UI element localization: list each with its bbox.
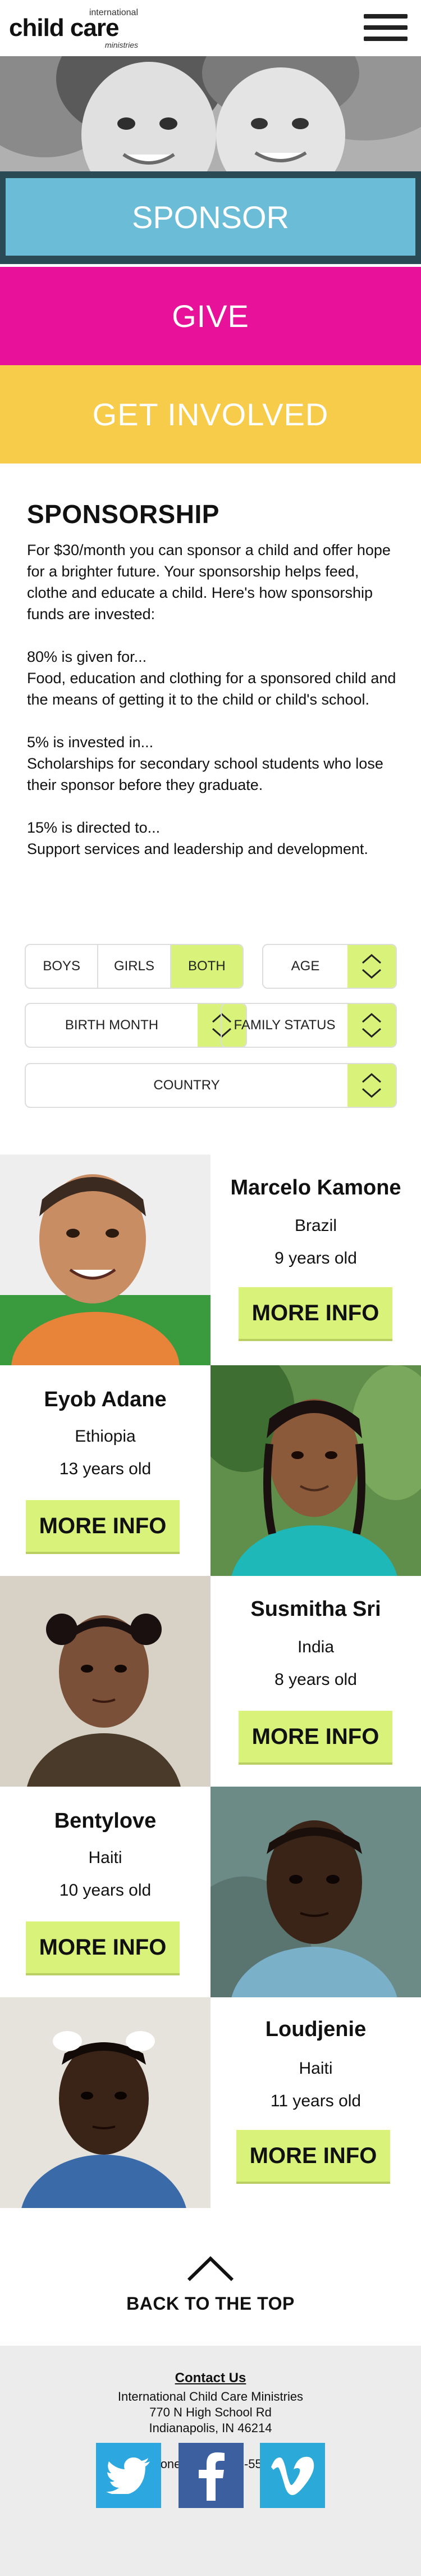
sponsor-band: SPONSOR [0, 171, 421, 264]
child-photo [0, 1155, 210, 1365]
child-card: Eyob Adane Ethiopia 13 years old MORE IN… [0, 1365, 421, 1576]
gender-filter: BOYS GIRLS BOTH [25, 944, 244, 989]
footer-address-line2: Indianapolis, IN 46214 [149, 2421, 272, 2435]
percent-80-head: 80% is given for... [27, 648, 147, 665]
child-info: Marcelo Kamone Brazil 9 years old MORE I… [210, 1155, 421, 1365]
child-photo [210, 1365, 421, 1576]
child-photo [210, 1787, 421, 1997]
more-info-button[interactable]: MORE INFO [239, 1287, 392, 1339]
more-info-button[interactable]: MORE INFO [26, 1500, 180, 1552]
sponsorship-15-percent: 15% is directed to... Support services a… [27, 817, 403, 860]
hero-photo [0, 56, 421, 171]
up-down-chevron-icon[interactable] [347, 1004, 396, 1047]
percent-80-body: Food, education and clothing for a spons… [27, 670, 396, 708]
child-info: Susmitha Sri India 8 years old MORE INFO [210, 1576, 421, 1787]
hamburger-menu-icon[interactable] [364, 14, 408, 41]
child-name: Loudjenie [265, 2018, 367, 2041]
gender-girls-option[interactable]: GIRLS [98, 945, 171, 988]
country-select-label: COUNTRY [153, 1078, 220, 1093]
up-down-chevron-icon[interactable] [347, 945, 396, 988]
child-country: Ethiopia [75, 1427, 136, 1446]
family-status-select[interactable]: FAMILY STATUS [221, 1003, 397, 1048]
more-info-button[interactable]: MORE INFO [236, 2130, 390, 2182]
child-card: Loudjenie Haiti 11 years old MORE INFO [0, 1997, 421, 2208]
back-to-top-link[interactable]: BACK TO THE TOP [0, 2253, 421, 2315]
child-info: Bentylove Haiti 10 years old MORE INFO [0, 1787, 210, 1997]
child-name: Bentylove [54, 1809, 157, 1833]
contact-us-link[interactable]: Contact Us [0, 2370, 421, 2386]
back-to-top-label: BACK TO THE TOP [126, 2293, 295, 2314]
percent-15-body: Support services and leadership and deve… [27, 841, 368, 857]
sponsorship-section: SPONSORSHIP For $30/month you can sponso… [27, 499, 403, 881]
more-info-button[interactable]: MORE INFO [26, 1921, 180, 1973]
percent-15-head: 15% is directed to... [27, 819, 161, 836]
birth-month-select[interactable]: BIRTH MONTH [25, 1003, 247, 1048]
gender-both-option[interactable]: BOTH [171, 945, 242, 988]
child-age: 13 years old [59, 1460, 152, 1478]
child-country: Haiti [88, 1848, 122, 1867]
birth-month-select-label: BIRTH MONTH [65, 1017, 159, 1033]
footer-address-line1: 770 N High School Rd [149, 2405, 272, 2419]
sponsorship-intro: For $30/month you can sponsor a child an… [27, 542, 391, 623]
icc-logo[interactable]: international child care ministries [9, 8, 138, 49]
vimeo-icon[interactable] [260, 2443, 325, 2508]
sponsor-button[interactable]: SPONSOR [6, 178, 415, 256]
age-select-label: AGE [291, 958, 320, 974]
child-card: Susmitha Sri India 8 years old MORE INFO [0, 1576, 421, 1787]
child-name: Susmitha Sri [250, 1597, 381, 1621]
site-header: international child care ministries [0, 0, 421, 56]
child-name: Eyob Adane [44, 1388, 167, 1411]
give-button[interactable]: GIVE [0, 267, 421, 365]
country-select[interactable]: COUNTRY [25, 1063, 397, 1108]
child-age: 8 years old [274, 1670, 357, 1689]
child-photo [0, 1576, 210, 1787]
up-down-chevron-icon[interactable] [347, 1064, 396, 1107]
footer-org-name: International Child Care Ministries [117, 2389, 304, 2404]
child-name: Marcelo Kamone [230, 1176, 401, 1200]
more-info-button[interactable]: MORE INFO [239, 1711, 392, 1762]
child-country: Brazil [294, 1216, 337, 1235]
logo-main-text: child care [9, 14, 119, 42]
child-age: 11 years old [270, 2092, 361, 2110]
facebook-icon[interactable] [179, 2443, 244, 2508]
twitter-icon[interactable] [96, 2443, 161, 2508]
child-age: 9 years old [274, 1249, 357, 1267]
percent-5-head: 5% is invested in... [27, 734, 154, 751]
child-info: Eyob Adane Ethiopia 13 years old MORE IN… [0, 1365, 210, 1576]
child-country: India [297, 1638, 335, 1656]
child-age: 10 years old [59, 1881, 152, 1900]
chevron-up-icon [187, 2256, 234, 2282]
gender-boys-option[interactable]: BOYS [26, 945, 99, 988]
age-select[interactable]: AGE [262, 944, 397, 989]
logo-bottom-text: ministries [104, 40, 138, 49]
get-involved-button[interactable]: GET INVOLVED [0, 365, 421, 464]
sponsorship-5-percent: 5% is invested in... Scholarships for se… [27, 732, 403, 796]
percent-5-body: Scholarships for secondary school studen… [27, 755, 383, 793]
sponsorship-80-percent: 80% is given for... Food, education and … [27, 646, 403, 710]
child-country: Haiti [299, 2059, 333, 2078]
child-info: Loudjenie Haiti 11 years old MORE INFO [210, 1997, 421, 2208]
child-photo [0, 1997, 210, 2208]
family-status-select-label: FAMILY STATUS [234, 1017, 336, 1033]
child-card: Bentylove Haiti 10 years old MORE INFO [0, 1787, 421, 1997]
sponsorship-title: SPONSORSHIP [27, 499, 219, 529]
child-card: Marcelo Kamone Brazil 9 years old MORE I… [0, 1155, 421, 1365]
